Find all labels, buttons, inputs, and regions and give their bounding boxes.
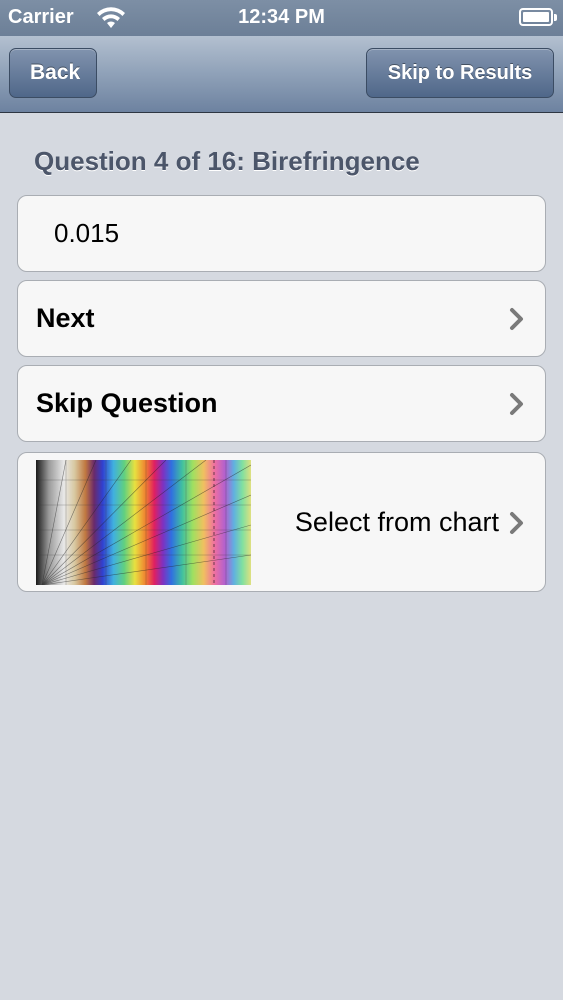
skip-question-label: Skip Question [36,388,218,418]
question-title: Question 4 of 16: Birefringence [34,146,420,176]
next-label: Next [36,303,95,333]
select-from-chart-row[interactable]: Select from chart [17,452,546,592]
answer-cell[interactable] [17,195,546,272]
status-bar: Carrier 12:34 PM [0,0,563,36]
back-button[interactable]: Back [9,48,97,98]
answer-input[interactable] [54,218,494,249]
select-from-chart-label: Select from chart [294,507,499,537]
battery-icon [519,8,557,26]
back-button-label: Back [30,61,81,84]
next-row[interactable]: Next [17,280,546,357]
chevron-right-icon [510,512,523,534]
status-time: 12:34 PM [238,6,325,28]
navigation-bar: Back Skip to Results [0,36,563,113]
chevron-right-icon [510,393,523,415]
birefringence-chart-thumbnail [36,460,251,585]
skip-to-results-button[interactable]: Skip to Results [366,48,554,98]
chevron-right-icon [510,308,523,330]
skip-question-row[interactable]: Skip Question [17,365,546,442]
